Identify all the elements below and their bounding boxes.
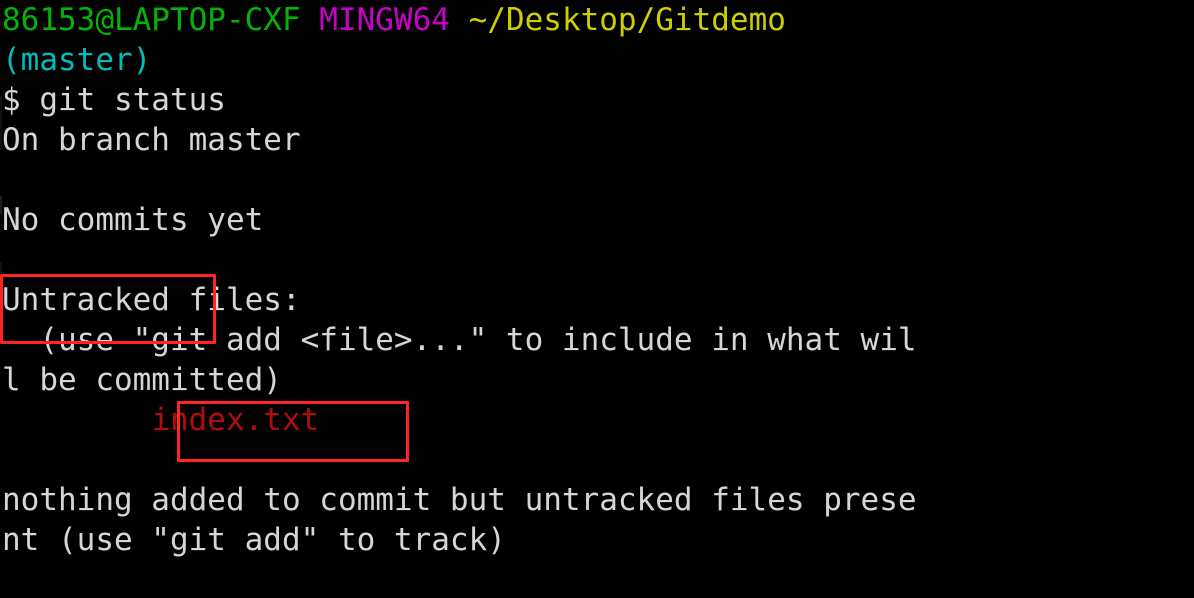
output-nothing-added-1: nothing added to commit but untracked fi… (2, 482, 917, 518)
terminal-screen[interactable]: 86153@LAPTOP-CXF MINGW64 ~/Desktop/Gitde… (0, 0, 1194, 560)
untracked-file-indent (2, 402, 151, 438)
terminal-window[interactable]: 86153@LAPTOP-CXF MINGW64 ~/Desktop/Gitde… (0, 0, 1194, 598)
output-hint-line-2: l be committed) (2, 362, 282, 398)
output-no-commits: No commits yet (2, 202, 264, 238)
output-hint-line-1: (use "git add <file>..." to include in w… (2, 322, 917, 358)
output-blank-2 (0, 240, 1194, 280)
untracked-keyword-text: Untracked (2, 282, 170, 318)
output-on-branch: On branch master (2, 122, 301, 158)
output-untracked-header: Untracked files: (0, 280, 1194, 320)
prompt-sigil: $ (2, 82, 40, 118)
output-blank-3 (0, 440, 1194, 480)
command-line[interactable]: $ git status (0, 80, 1194, 120)
untracked-file-name: index.txt (151, 402, 320, 438)
prompt-line: 86153@LAPTOP-CXF MINGW64 ~/Desktop/Gitde… (0, 0, 1194, 40)
output-blank-1 (0, 160, 1194, 200)
prompt-space-1 (301, 2, 320, 38)
prompt-branch-line: (master) (0, 40, 1194, 80)
prompt-shell: MINGW64 (319, 2, 450, 38)
prompt-path: ~/Desktop/Gitdemo (468, 2, 786, 38)
prompt-branch: (master) (2, 42, 152, 78)
prompt-user-host: 86153@LAPTOP-CXF (2, 2, 301, 38)
untracked-files-suffix: files: (169, 282, 301, 318)
output-nothing-added-2: nt (use "git add" to track) (2, 522, 506, 558)
prompt-space-2 (450, 2, 469, 38)
command-text: git status (39, 82, 226, 118)
output-untracked-file-line: index.txt (0, 400, 1194, 440)
